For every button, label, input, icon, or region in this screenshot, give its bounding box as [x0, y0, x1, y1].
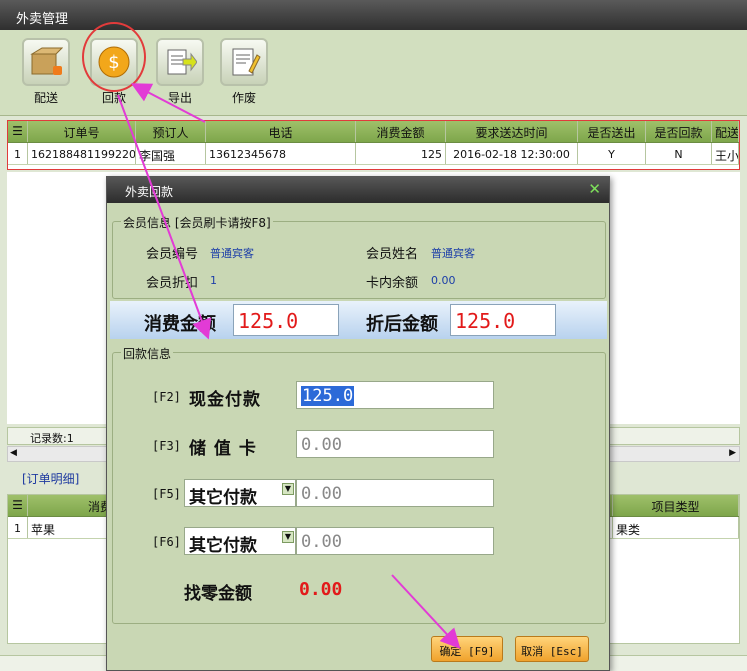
other-pay-1-input[interactable]: 0.00 [296, 479, 494, 507]
detail-row-selector-icon: ☰ [8, 495, 28, 516]
consume-value: 125.0 [233, 304, 339, 336]
other-pay-1-selected: 其它付款 [189, 488, 257, 508]
void-icon [220, 38, 268, 86]
orders-table: ☰ 订单号 预订人 电话 消费金额 要求送达时间 是否送出 是否回款 配送员 1… [7, 120, 740, 170]
export-button[interactable]: 导出 [154, 38, 206, 112]
detail-row-index: 1 [8, 517, 28, 538]
export-icon [156, 38, 204, 86]
phone-cell: 13612345678 [206, 143, 356, 164]
time-cell: 2016-02-18 12:30:00 [446, 143, 578, 164]
amount-cell: 125 [356, 143, 446, 164]
detail-type-cell: 果类 [613, 517, 739, 538]
stored-card-label: 储 值 卡 [189, 439, 257, 459]
member-no-label: 会员编号 [146, 247, 199, 262]
after-discount-value: 125.0 [450, 304, 556, 336]
col-time[interactable]: 要求送达时间 [446, 121, 578, 142]
member-name-label: 会员姓名 [366, 247, 419, 262]
member-info-legend: 会员信息 [会员刷卡请按F8] [121, 214, 273, 231]
balance-value: 0.00 [431, 274, 456, 287]
member-no-value: 普通宾客 [210, 247, 254, 260]
scroll-left-icon[interactable]: ◀ [10, 448, 17, 458]
export-label: 导出 [167, 91, 192, 105]
order-no-cell: 1621884811992202 [28, 143, 136, 164]
after-discount-label: 折后金额 [366, 314, 438, 335]
col-sent[interactable]: 是否送出 [578, 121, 646, 142]
other-pay-2-selected: 其它付款 [189, 536, 257, 556]
other-pay-2-select[interactable]: 其它付款 ▼ [184, 527, 296, 556]
cash-key: [F2] [152, 390, 181, 404]
balance-label: 卡内余额 [366, 276, 419, 291]
void-label: 作废 [231, 91, 256, 105]
dialog-titlebar: 外卖回款 ✕ [107, 177, 609, 203]
col-order-no[interactable]: 订单号 [28, 121, 136, 142]
other-pay-2-input[interactable]: 0.00 [296, 527, 494, 555]
paid-cell: N [646, 143, 712, 164]
row-index: 1 [8, 143, 28, 164]
record-count: 记录数:1 [30, 432, 74, 445]
payment-highlight-circle [82, 22, 146, 92]
void-button[interactable]: 作废 [218, 38, 270, 112]
cash-label: 现金付款 [189, 390, 261, 410]
table-row[interactable]: 1 1621884811992202 李国强 13612345678 125 2… [8, 143, 739, 165]
order-detail-tab[interactable]: [订单明细] [22, 470, 79, 487]
cancel-button[interactable]: 取消 [Esc] [515, 636, 589, 662]
member-info-group: 会员信息 [会员刷卡请按F8] 会员编号 普通宾客 会员姓名 普通宾客 会员折扣… [112, 214, 606, 299]
stored-card-key: [F3] [152, 439, 181, 453]
col-courier[interactable]: 配送员 [712, 121, 739, 142]
deliver-label: 配送 [33, 91, 58, 105]
orders-header: ☰ 订单号 预订人 电话 消费金额 要求送达时间 是否送出 是否回款 配送员 [8, 121, 739, 143]
chevron-down-icon[interactable]: ▼ [282, 531, 294, 543]
amount-band: 消费金额 125.0 折后金额 125.0 [110, 301, 607, 339]
cash-input[interactable]: 125.0 [296, 381, 494, 409]
close-icon[interactable]: ✕ [588, 180, 601, 198]
sent-cell: Y [578, 143, 646, 164]
box-icon [22, 38, 70, 86]
col-person[interactable]: 预订人 [136, 121, 206, 142]
member-name-value: 普通宾客 [431, 247, 475, 260]
person-cell: 李国强 [136, 143, 206, 164]
other-pay-1-key: [F5] [152, 487, 181, 501]
other-pay-2-key: [F6] [152, 535, 181, 549]
payment-dialog: 外卖回款 ✕ 会员信息 [会员刷卡请按F8] 会员编号 普通宾客 会员姓名 普通… [106, 176, 610, 671]
scroll-right-icon[interactable]: ▶ [729, 448, 736, 458]
row-selector-icon: ☰ [8, 121, 28, 142]
discount-value: 1 [210, 274, 217, 287]
change-label: 找零金额 [184, 584, 252, 604]
other-pay-1-select[interactable]: 其它付款 ▼ [184, 479, 296, 508]
consume-label: 消费金额 [144, 314, 216, 335]
cash-input-value: 125.0 [301, 386, 355, 406]
col-phone[interactable]: 电话 [206, 121, 356, 142]
col-item-type[interactable]: 项目类型 [613, 495, 739, 516]
confirm-button[interactable]: 确定 [F9] [431, 636, 503, 662]
deliver-button[interactable]: 配送 [20, 38, 72, 112]
change-value: 0.00 [299, 579, 343, 600]
courier-cell: 王小利 [712, 143, 739, 164]
dialog-title: 外卖回款 [125, 185, 174, 199]
col-amount[interactable]: 消费金额 [356, 121, 446, 142]
discount-label: 会员折扣 [146, 276, 199, 291]
col-paid[interactable]: 是否回款 [646, 121, 712, 142]
stored-card-input[interactable]: 0.00 [296, 430, 494, 458]
chevron-down-icon[interactable]: ▼ [282, 483, 294, 495]
payment-info-legend: 回款信息 [121, 345, 174, 362]
